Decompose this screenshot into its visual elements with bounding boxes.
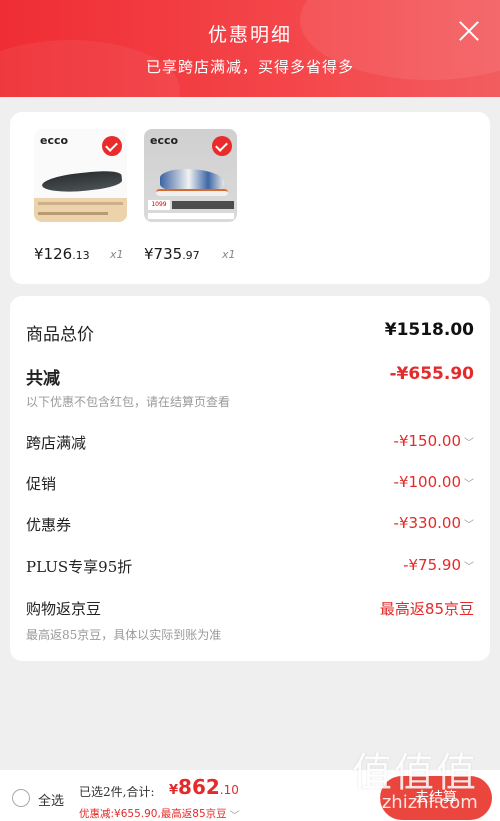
product-price: ¥126.13	[34, 245, 90, 263]
product-item[interactable]: ecco 1099	[144, 129, 237, 222]
checked-icon[interactable]	[102, 136, 122, 156]
watermark-logo: 值值值	[352, 750, 478, 796]
total-payable: ¥862.10	[169, 775, 239, 799]
price-summary-card: 商品总价 ¥1518.00 共减 -¥655.90 以下优惠不包含红包，请在结算…	[10, 296, 490, 661]
product-quantity: x1	[222, 248, 236, 261]
chevron-down-icon[interactable]: ﹀	[230, 807, 240, 821]
product-banner	[148, 213, 234, 219]
discount-note: 以下优惠不包含红包，请在结算页查看	[26, 395, 231, 409]
jd-bean-note: 最高返85京豆，具体以实际到账为准	[26, 628, 222, 642]
jd-bean-label: 购物返京豆	[26, 600, 102, 618]
discount-item-label: 优惠券	[26, 516, 72, 534]
jd-bean-value: 最高返85京豆	[379, 600, 474, 618]
insole-image	[41, 168, 123, 196]
product-quantity: x1	[110, 248, 124, 261]
page-subtitle: 已享跨店满减，买得多省得多	[145, 58, 354, 76]
discount-detail-header: 优惠明细 已享跨店满减，买得多省得多	[0, 0, 500, 97]
discount-summary-line[interactable]: 优惠减:¥655.90,最高返85京豆 ﹀	[79, 806, 240, 821]
selected-count: 已选2件,合计:	[79, 785, 155, 799]
total-discount-value: -¥655.90	[389, 364, 475, 384]
discount-item-value[interactable]: -¥100.00 ﹀	[394, 473, 474, 491]
total-discount-label: 共减	[26, 369, 60, 389]
checked-icon[interactable]	[212, 136, 232, 156]
product-image[interactable]: ecco	[34, 129, 127, 222]
discount-item-label: PLUS专享95折	[26, 558, 133, 576]
product-image[interactable]: ecco 1099	[144, 129, 237, 222]
total-price-value: ¥1518.00	[384, 320, 474, 340]
product-item[interactable]: ecco	[34, 129, 127, 222]
discount-item-label: 跨店满减	[26, 434, 87, 452]
total-price-label: 商品总价	[26, 325, 94, 345]
discount-item-value[interactable]: -¥75.90 ﹀	[403, 556, 474, 574]
discount-item-value[interactable]: -¥330.00 ﹀	[394, 514, 474, 532]
watermark-url: zhizhizhi.com	[356, 792, 478, 813]
price-tag: 1099	[148, 200, 170, 210]
close-icon[interactable]	[458, 20, 480, 42]
product-banner	[172, 201, 234, 209]
brand-logo: ecco	[40, 134, 69, 147]
chevron-down-icon[interactable]: ﹀	[464, 558, 474, 573]
select-all-radio[interactable]	[12, 789, 30, 807]
discount-item-value[interactable]: -¥150.00 ﹀	[394, 432, 474, 450]
product-price: ¥735.97	[144, 245, 200, 263]
sneaker-image	[154, 167, 230, 197]
page-title: 优惠明细	[207, 24, 292, 46]
chevron-down-icon[interactable]: ﹀	[464, 434, 474, 449]
chevron-down-icon[interactable]: ﹀	[464, 475, 474, 490]
select-all-label[interactable]: 全选	[38, 790, 64, 809]
chevron-down-icon[interactable]: ﹀	[464, 516, 474, 531]
product-banner	[34, 198, 127, 222]
brand-logo: ecco	[150, 134, 179, 147]
product-card: ecco ecco 1099 ¥126.13 x1 ¥735.97 x1	[10, 112, 490, 284]
discount-item-label: 促销	[26, 475, 57, 493]
